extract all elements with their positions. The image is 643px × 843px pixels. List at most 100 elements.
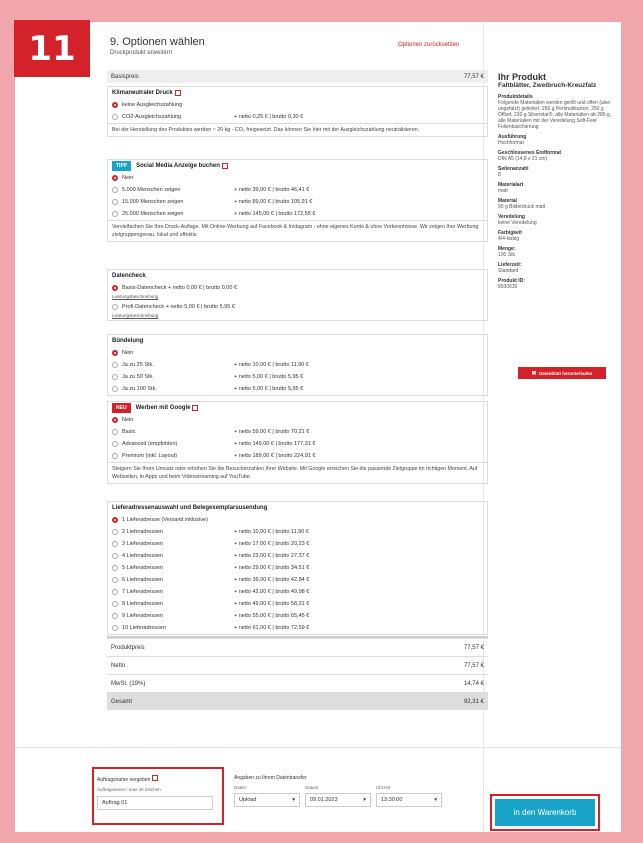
radio[interactable] <box>112 362 118 368</box>
radio[interactable] <box>112 441 118 447</box>
option-row[interactable]: Nein <box>108 347 487 359</box>
radio-selected[interactable] <box>112 102 118 108</box>
option-label: Basis-Datencheck + netto 0,00 € | brutto… <box>122 285 238 291</box>
total-value: 92,31 € <box>463 698 484 705</box>
basispreis-label: Basispreis <box>111 73 139 80</box>
radio[interactable] <box>112 577 118 583</box>
radio[interactable] <box>112 386 118 392</box>
radio[interactable] <box>112 304 118 310</box>
option-label: 6 Lieferadressen <box>122 577 163 583</box>
radio[interactable] <box>112 211 118 217</box>
option-row[interactable]: keine Ausgleichszahlung <box>108 99 487 111</box>
radio[interactable] <box>112 374 118 380</box>
add-to-cart-button[interactable]: in den Warenkorb <box>495 799 595 826</box>
total-label: Produktpreis <box>111 644 145 651</box>
reset-options-link[interactable]: Optionen zurücksetzen <box>398 42 459 48</box>
radio[interactable] <box>112 453 118 459</box>
radio-selected[interactable] <box>112 417 118 423</box>
option-label: Ja zu 50 Stk. <box>122 374 154 380</box>
option-price: + netto 5,00 € | brutto 5,95 € <box>234 374 304 380</box>
option-row[interactable]: 7 Lieferadressen + netto 42,00 € | brutto… <box>108 586 487 598</box>
radio[interactable] <box>112 429 118 435</box>
radio[interactable] <box>112 613 118 619</box>
option-label: 3 Lieferadressen <box>122 541 163 547</box>
radio[interactable] <box>112 625 118 631</box>
option-row[interactable]: 1 Lieferadresse (Versand inklusive) <box>108 514 487 526</box>
basispreis-bar: Basispreis 77,57 € <box>107 70 488 83</box>
download-datasheet-button[interactable]: ▤ Datenblatt herunterladen <box>518 367 606 379</box>
detail-value: keine Veredelung <box>498 220 537 226</box>
info-icon[interactable] <box>174 90 181 96</box>
radio[interactable] <box>112 541 118 547</box>
radio-selected[interactable] <box>112 517 118 523</box>
option-row[interactable]: 25.000 Menschen zeigen + netto 145,00 € |… <box>108 208 487 220</box>
option-label: 5.000 Menschen zeigen <box>122 187 181 193</box>
radio[interactable] <box>112 114 118 120</box>
uhrzeit-select[interactable]: 13:30:00 ▾ <box>376 793 442 807</box>
options-panel: 9. Optionen wählen Druckprodukt erweiter… <box>15 22 621 832</box>
option-row[interactable]: 9 Lieferadressen + netto 55,00 € | brutto… <box>108 610 487 622</box>
info-icon[interactable] <box>221 163 228 169</box>
leistung-link[interactable]: Leistungsbeschreibung <box>108 294 487 301</box>
neu-tag: NEU <box>112 403 131 413</box>
option-price: + netto 10,00 € | brutto 11,90 € <box>234 362 309 368</box>
datum-select[interactable]: 09.01.2023 ▾ <box>305 793 371 807</box>
option-label: Premium (inkl. Layout) <box>122 453 178 459</box>
option-row[interactable]: Advanced (empfohlen) + netto 149,00 € | b… <box>108 438 487 450</box>
radio[interactable] <box>112 187 118 193</box>
option-row[interactable]: Nein <box>108 172 487 184</box>
leistung-link[interactable]: Leistungsbeschreibung <box>108 313 487 320</box>
option-row[interactable]: Nein <box>108 414 487 426</box>
section-datencheck: Datencheck Basis-Datencheck + netto 0,00… <box>107 269 488 321</box>
daten-select[interactable]: Upload ▾ <box>234 793 300 807</box>
step-badge: 11 <box>14 20 90 77</box>
radio[interactable] <box>112 553 118 559</box>
info-icon[interactable] <box>192 405 199 411</box>
radio[interactable] <box>112 589 118 595</box>
option-row[interactable]: Basis-Datencheck + netto 0,00 € | brutto… <box>108 282 487 294</box>
option-row[interactable]: Premium (inkl. Layout) + netto 189,00 € |… <box>108 450 487 462</box>
radio-selected[interactable] <box>112 285 118 291</box>
option-label: keine Ausgleichszahlung <box>122 102 183 108</box>
option-row[interactable]: 5 Lieferadressen + netto 29,00 € | brutto… <box>108 562 487 574</box>
option-price: + netto 39,00 € | brutto 46,41 € <box>234 187 310 193</box>
option-price: + netto 5,00 € | brutto 5,95 € <box>234 386 304 392</box>
auftrag-group: Auftragsname vergeben Auftragsname / max… <box>97 775 213 810</box>
section-social: TIPP Social Media Anzeige buchen Nein 5.0… <box>107 159 488 242</box>
total-label: Gesamt <box>111 698 133 705</box>
auftrag-sublabel: Auftragsname / max.40 Zeichen <box>97 787 161 792</box>
option-row[interactable]: 10 Lieferadressen + netto 61,00 € | brutt… <box>108 622 487 634</box>
page-title: 9. Optionen wählen <box>110 36 205 48</box>
option-label: Nein <box>122 417 134 423</box>
option-label: CO2-Ausgleichszahlung <box>122 114 182 120</box>
radio[interactable] <box>112 565 118 571</box>
option-label: Advanced (empfohlen) <box>122 441 178 447</box>
option-row[interactable]: Basic + netto 59,00 € | brutto 70,21 € <box>108 426 487 438</box>
option-row[interactable]: 8 Lieferadressen + netto 49,00 € | brutto… <box>108 598 487 610</box>
option-row[interactable]: Ja zu 100 Stk. + netto 5,00 € | brutto 5,… <box>108 383 487 395</box>
option-row[interactable]: CO2-Ausgleichszahlung + netto 0,25 € | br… <box>108 111 487 123</box>
option-label: 25.000 Menschen zeigen <box>122 211 184 217</box>
radio-selected[interactable] <box>112 175 118 181</box>
option-row[interactable]: 6 Lieferadressen + netto 36,00 € | brutto… <box>108 574 487 586</box>
auftrag-label: Auftragsname vergeben <box>97 777 151 783</box>
option-row[interactable]: 5.000 Menschen zeigen + netto 39,00 € | b… <box>108 184 487 196</box>
option-row[interactable]: Ja zu 50 Stk. + netto 5,00 € | brutto 5,9… <box>108 371 487 383</box>
option-row[interactable]: 3 Lieferadressen + netto 17,00 € | brutto… <box>108 538 487 550</box>
radio[interactable] <box>112 529 118 535</box>
option-row[interactable]: Profi-Datencheck + netto 5,00 € | brutto… <box>108 301 487 313</box>
radio[interactable] <box>112 601 118 607</box>
radio-selected[interactable] <box>112 350 118 356</box>
radio[interactable] <box>112 199 118 205</box>
info-icon[interactable] <box>152 775 159 781</box>
sidebar-subtitle: Faltblätter, Zweibruch-Kreuzfalz <box>498 82 597 89</box>
detail-value: Folgende Materialien werden gerillt und … <box>498 100 612 130</box>
option-row[interactable]: 2 Lieferadressen + netto 10,00 € | brutto… <box>108 526 487 538</box>
option-row[interactable]: Ja zu 25 Stk. + netto 10,00 € | brutto 11… <box>108 359 487 371</box>
option-row[interactable]: 4 Lieferadressen + netto 23,00 € | brutto… <box>108 550 487 562</box>
option-price: + netto 0,25 € | brutto 0,30 € <box>234 114 304 120</box>
option-row[interactable]: 15.000 Menschen zeigen + netto 89,00 € | … <box>108 196 487 208</box>
auftrag-input[interactable]: Auftrag 01 <box>97 796 213 810</box>
section-klima: Klimaneutraler Druck keine Ausgleichszah… <box>107 86 488 137</box>
total-row: MwSt. (19%) 14,74 € <box>107 674 488 692</box>
